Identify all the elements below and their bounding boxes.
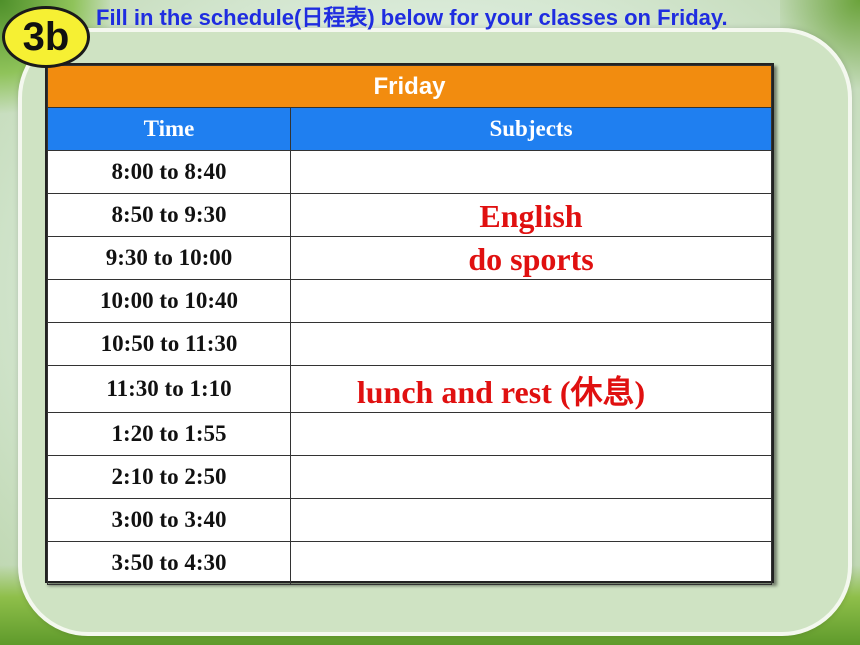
instruction-text: Fill in the schedule(日程表) below for your…: [96, 5, 728, 30]
subject-cell[interactable]: [290, 541, 772, 585]
day-header: Friday: [47, 65, 772, 108]
subject-text: lunch and rest (休息): [356, 374, 646, 410]
time-cell: 2:10 to 2:50: [47, 455, 291, 499]
subject-cell[interactable]: do sports: [290, 236, 772, 280]
table-row: 10:50 to 11:30: [47, 322, 772, 366]
time-cell: 10:00 to 10:40: [47, 279, 291, 323]
time-cell: 8:50 to 9:30: [47, 193, 291, 237]
subject-text: do sports: [468, 240, 594, 277]
subject-cell[interactable]: [290, 279, 772, 323]
table-row: 3:50 to 4:30: [47, 541, 772, 585]
time-cell: 3:00 to 3:40: [47, 498, 291, 542]
subject-cell[interactable]: [290, 412, 772, 456]
subject-cell[interactable]: English: [290, 193, 772, 237]
time-column-header: Time: [47, 107, 291, 151]
schedule-table: Friday Time Subjects 8:00 to 8:40 8:50 t…: [45, 63, 774, 585]
subjects-column-header: Subjects: [290, 107, 772, 151]
time-cell: 8:00 to 8:40: [47, 150, 291, 194]
subject-text: English: [479, 197, 583, 234]
time-cell: 1:20 to 1:55: [47, 412, 291, 456]
exercise-badge: 3b: [2, 6, 90, 68]
table-row: 2:10 to 2:50: [47, 455, 772, 499]
subject-cell[interactable]: [290, 498, 772, 542]
table-row: 3:00 to 3:40: [47, 498, 772, 542]
table-row: 9:30 to 10:00 do sports: [47, 236, 772, 280]
table-row: 10:00 to 10:40: [47, 279, 772, 323]
subject-cell[interactable]: [290, 150, 772, 194]
table-row: 8:00 to 8:40: [47, 150, 772, 194]
time-cell: 10:50 to 11:30: [47, 322, 291, 366]
time-cell: 9:30 to 10:00: [47, 236, 291, 280]
subject-cell[interactable]: [290, 455, 772, 499]
time-cell: 11:30 to 1:10: [47, 365, 291, 413]
subject-cell[interactable]: [290, 322, 772, 366]
time-cell: 3:50 to 4:30: [47, 541, 291, 585]
table-row: 8:50 to 9:30 English: [47, 193, 772, 237]
table-row: 11:30 to 1:10 lunch and rest (休息): [47, 365, 772, 413]
subject-cell[interactable]: lunch and rest (休息): [290, 365, 772, 413]
table-row: 1:20 to 1:55: [47, 412, 772, 456]
